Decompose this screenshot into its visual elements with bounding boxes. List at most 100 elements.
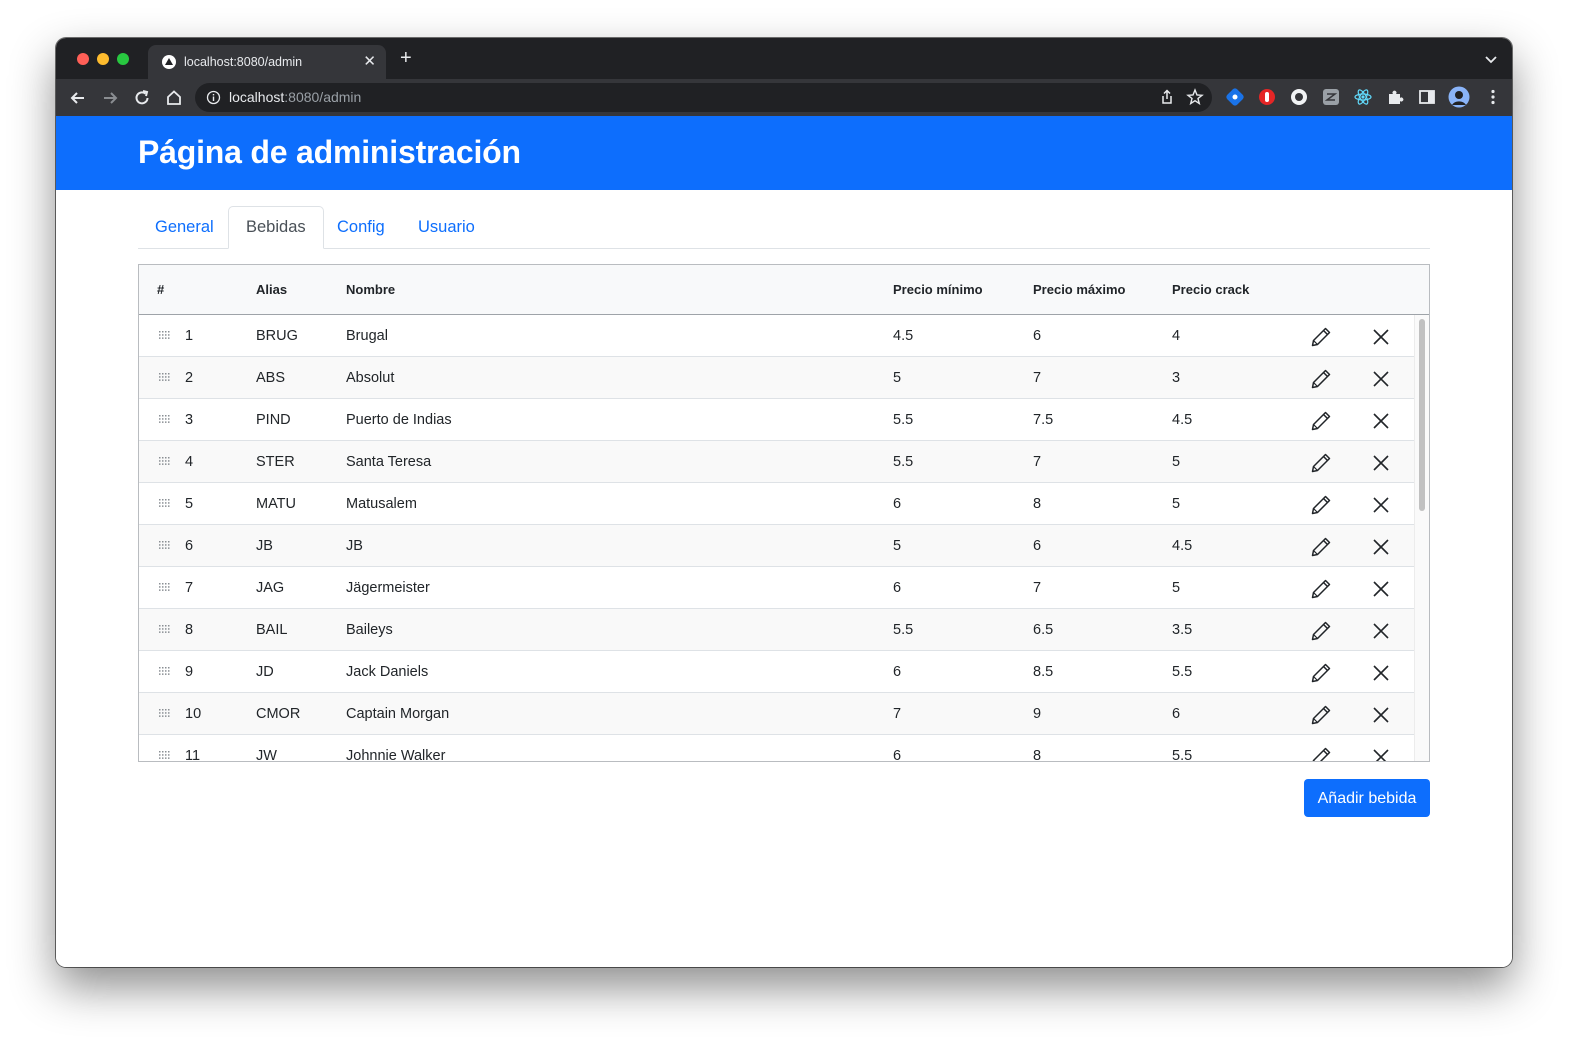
tab-bebidas[interactable]: Bebidas <box>228 206 324 249</box>
table-row: 4 STER Santa Teresa 5.5 7 5 <box>139 441 1415 483</box>
cell-alias: JD <box>256 664 274 680</box>
table-row: 11 JW Johnnie Walker 6 8 5.5 <box>139 735 1415 761</box>
cell-nombre: Brugal <box>346 328 388 344</box>
pencil-icon[interactable] <box>1310 452 1332 474</box>
scrollbar-thumb[interactable] <box>1419 319 1425 511</box>
pencil-icon[interactable] <box>1310 704 1332 726</box>
home-icon[interactable] <box>164 88 184 108</box>
back-arrow-icon[interactable] <box>68 88 88 108</box>
bookmark-star-icon[interactable] <box>1186 88 1204 106</box>
pencil-icon[interactable] <box>1310 494 1332 516</box>
cell-nombre: Absolut <box>346 370 395 386</box>
cell-alias: CMOR <box>256 706 301 722</box>
close-icon[interactable] <box>1371 663 1391 683</box>
close-icon[interactable] <box>1371 621 1391 641</box>
drag-handle-icon[interactable] <box>159 624 171 634</box>
browser-tabstrip: localhost:8080/admin ✕ + <box>56 38 1512 79</box>
address-bar[interactable]: localhost:8080/admin <box>195 83 1212 112</box>
cell-precio-maximo: 7.5 <box>1033 412 1054 428</box>
drag-handle-icon[interactable] <box>159 330 171 340</box>
cell-precio-maximo: 7 <box>1033 580 1042 596</box>
pencil-icon[interactable] <box>1310 368 1332 390</box>
page-header: Página de administración <box>56 116 1512 190</box>
extension-circle-icon[interactable] <box>1290 88 1308 106</box>
cell-precio-minimo: 6 <box>893 496 902 512</box>
table-row: 1 BRUG Brugal 4.5 6 4 <box>139 315 1415 357</box>
close-icon[interactable] <box>1371 327 1391 347</box>
table-row: 8 BAIL Baileys 5.5 6.5 3.5 <box>139 609 1415 651</box>
browser-tab[interactable]: localhost:8080/admin ✕ <box>148 45 386 79</box>
cell-id: 7 <box>185 580 194 596</box>
sidebar-panel-icon[interactable] <box>1418 88 1436 106</box>
close-icon[interactable] <box>1371 705 1391 725</box>
drag-handle-icon[interactable] <box>159 372 171 382</box>
cell-id: 6 <box>185 538 194 554</box>
drag-handle-icon[interactable] <box>159 666 171 676</box>
minimize-window-button[interactable] <box>97 53 109 65</box>
close-icon[interactable] <box>1371 579 1391 599</box>
share-icon[interactable] <box>1158 88 1176 106</box>
extension-red-icon[interactable] <box>1258 88 1276 106</box>
cell-nombre: Baileys <box>346 622 393 638</box>
close-window-button[interactable] <box>77 53 89 65</box>
drag-handle-icon[interactable] <box>159 414 171 424</box>
cell-id: 4 <box>185 454 194 470</box>
table-scrollbar[interactable] <box>1414 315 1429 761</box>
puzzle-extensions-icon[interactable] <box>1386 88 1404 106</box>
close-icon[interactable] <box>1371 537 1391 557</box>
drag-handle-icon[interactable] <box>159 540 171 550</box>
table-body: 1 BRUG Brugal 4.5 6 4 2 ABS Absolut 5 7 … <box>139 315 1415 761</box>
kebab-menu-icon[interactable] <box>1484 88 1502 106</box>
extension-square-icon[interactable] <box>1322 88 1340 106</box>
drag-handle-icon[interactable] <box>159 582 171 592</box>
new-tab-button[interactable]: + <box>400 48 412 68</box>
close-icon[interactable] <box>1371 369 1391 389</box>
cell-id: 10 <box>185 706 202 722</box>
cell-alias: PIND <box>256 412 291 428</box>
cell-precio-crack: 6 <box>1172 706 1181 722</box>
cell-precio-minimo: 5 <box>893 538 902 554</box>
cell-precio-maximo: 6 <box>1033 538 1042 554</box>
profile-avatar-icon[interactable] <box>1448 86 1470 108</box>
tab-general[interactable]: General <box>138 206 231 247</box>
add-drink-button[interactable]: Añadir bebida <box>1304 779 1430 817</box>
column-header-alias: Alias <box>256 282 288 297</box>
drag-handle-icon[interactable] <box>159 456 171 466</box>
tab-usuario[interactable]: Usuario <box>401 206 492 247</box>
close-icon[interactable] <box>1371 453 1391 473</box>
chevron-down-icon[interactable] <box>1484 52 1498 66</box>
tab-config[interactable]: Config <box>320 206 402 247</box>
cell-precio-crack: 3.5 <box>1172 622 1193 638</box>
url-host: localhost <box>229 89 285 105</box>
forward-arrow-icon[interactable] <box>100 88 120 108</box>
page-title: Página de administración <box>138 134 521 170</box>
pencil-icon[interactable] <box>1310 662 1332 684</box>
react-devtools-icon[interactable] <box>1354 88 1372 106</box>
drag-handle-icon[interactable] <box>159 498 171 508</box>
tab-close-icon[interactable]: ✕ <box>363 52 376 70</box>
info-icon[interactable] <box>206 90 221 105</box>
page-content: Página de administración General Bebidas… <box>56 116 1512 967</box>
reload-icon[interactable] <box>132 88 152 108</box>
browser-toolbar: localhost:8080/admin <box>56 79 1512 116</box>
cell-precio-minimo: 5.5 <box>893 622 914 638</box>
pencil-icon[interactable] <box>1310 746 1332 761</box>
cell-id: 3 <box>185 412 194 428</box>
nav-tabs: General Bebidas Config Usuario <box>138 206 1430 249</box>
maximize-window-button[interactable] <box>117 53 129 65</box>
cell-nombre: Jack Daniels <box>346 664 429 680</box>
close-icon[interactable] <box>1371 495 1391 515</box>
pencil-icon[interactable] <box>1310 620 1332 642</box>
close-icon[interactable] <box>1371 747 1391 761</box>
close-icon[interactable] <box>1371 411 1391 431</box>
cell-precio-minimo: 5 <box>893 370 902 386</box>
drag-handle-icon[interactable] <box>159 708 171 718</box>
pencil-icon[interactable] <box>1310 536 1332 558</box>
pencil-icon[interactable] <box>1310 410 1332 432</box>
drag-handle-icon[interactable] <box>159 750 171 760</box>
cell-nombre: Matusalem <box>346 496 417 512</box>
extension-blue-icon[interactable] <box>1226 88 1244 106</box>
pencil-icon[interactable] <box>1310 326 1332 348</box>
pencil-icon[interactable] <box>1310 578 1332 600</box>
cell-precio-maximo: 8.5 <box>1033 664 1054 680</box>
